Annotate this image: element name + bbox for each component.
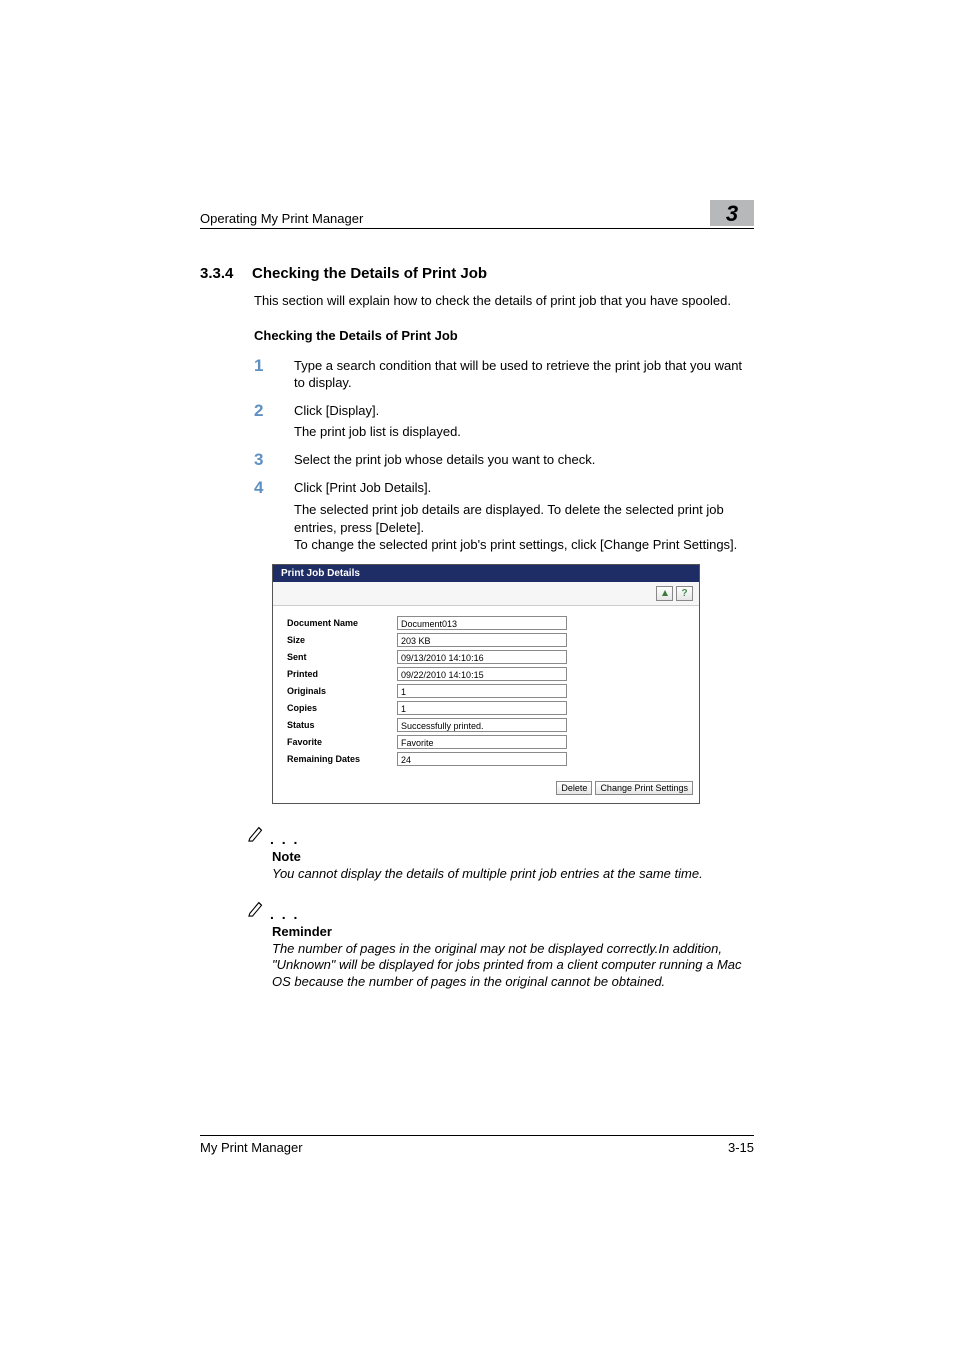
field-value: 09/22/2010 14:10:15 [397, 667, 567, 681]
section-title: Checking the Details of Print Job [252, 265, 487, 282]
field-value: Document013 [397, 616, 567, 630]
field-label: Printed [287, 669, 397, 679]
field-row: Sent09/13/2010 14:10:16 [287, 650, 685, 664]
note-icon: . . . [246, 824, 748, 847]
section-number: 3.3.4 [200, 265, 252, 282]
field-label: Status [287, 720, 397, 730]
reminder-title: Reminder [272, 924, 754, 939]
sub-heading: Checking the Details of Print Job [254, 328, 754, 343]
print-job-details-panel: Print Job Details ? Document NameDocumen… [272, 564, 754, 804]
field-label: Remaining Dates [287, 754, 397, 764]
step: 3 Select the print job whose details you… [254, 451, 754, 470]
field-row: Size203 KB [287, 633, 685, 647]
step-body: Type a search condition that will be use… [294, 357, 754, 392]
reminder-block: . . . Reminder The number of pages in th… [252, 899, 754, 992]
step-body: Click [Print Job Details]. [294, 479, 754, 497]
step: 4 Click [Print Job Details]. The selecte… [254, 479, 754, 553]
footer-left: My Print Manager [200, 1140, 303, 1155]
field-label: Sent [287, 652, 397, 662]
note-title: Note [272, 849, 754, 864]
step: 2 Click [Display]. The print job list is… [254, 402, 754, 441]
running-title: Operating My Print Manager [200, 211, 363, 226]
step-number: 2 [254, 402, 294, 441]
reminder-text: The number of pages in the original may … [272, 941, 754, 992]
delete-button[interactable]: Delete [556, 781, 592, 795]
chapter-number: 3 [726, 201, 738, 227]
field-value: 1 [397, 701, 567, 715]
chapter-badge: 3 [710, 200, 754, 226]
field-label: Originals [287, 686, 397, 696]
step-extra: The selected print job details are displ… [294, 501, 754, 554]
change-print-settings-button[interactable]: Change Print Settings [595, 781, 693, 795]
field-row: Remaining Dates24 [287, 752, 685, 766]
field-row: StatusSuccessfully printed. [287, 718, 685, 732]
note-text: You cannot display the details of multip… [272, 866, 754, 883]
field-label: Favorite [287, 737, 397, 747]
section-heading: 3.3.4Checking the Details of Print Job [200, 265, 754, 282]
page-footer: My Print Manager 3-15 [200, 1135, 754, 1155]
footer-page-number: 3-15 [728, 1140, 754, 1155]
field-row: Printed09/22/2010 14:10:15 [287, 667, 685, 681]
panel-title: Print Job Details [273, 565, 699, 582]
field-value: 24 [397, 752, 567, 766]
field-row: Document NameDocument013 [287, 616, 685, 630]
step-number: 3 [254, 451, 294, 470]
field-value: 1 [397, 684, 567, 698]
panel-toolbar: ? [273, 582, 699, 606]
step: 1 Type a search condition that will be u… [254, 357, 754, 392]
field-label: Document Name [287, 618, 397, 628]
field-row: FavoriteFavorite [287, 735, 685, 749]
field-value: 203 KB [397, 633, 567, 647]
field-row: Originals1 [287, 684, 685, 698]
field-row: Copies1 [287, 701, 685, 715]
field-value: 09/13/2010 14:10:16 [397, 650, 567, 664]
field-label: Size [287, 635, 397, 645]
field-label: Copies [287, 703, 397, 713]
note-icon: . . . [246, 899, 748, 922]
field-value: Favorite [397, 735, 567, 749]
step-number: 1 [254, 357, 294, 392]
help-icon[interactable]: ? [676, 586, 693, 601]
step-extra: The print job list is displayed. [294, 423, 754, 441]
page-header: Operating My Print Manager 3 [200, 200, 754, 229]
field-value: Successfully printed. [397, 718, 567, 732]
step-body: Select the print job whose details you w… [294, 451, 754, 470]
section-intro: This section will explain how to check t… [254, 292, 754, 310]
up-icon[interactable] [656, 586, 673, 601]
note-block: . . . Note You cannot display the detail… [252, 824, 754, 883]
step-number: 4 [254, 479, 294, 553]
step-body: Click [Display]. [294, 402, 754, 420]
